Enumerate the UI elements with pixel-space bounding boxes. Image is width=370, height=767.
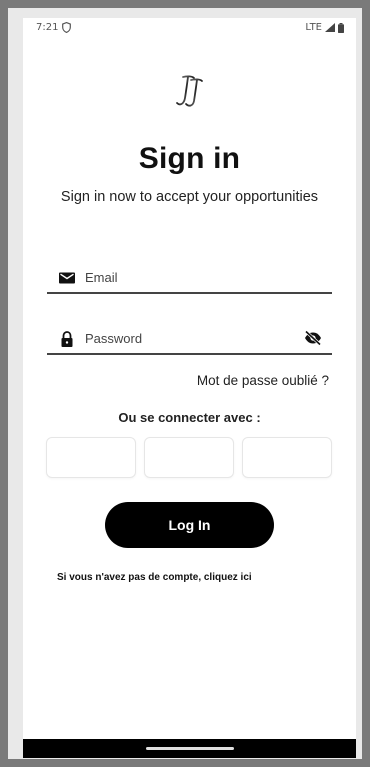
social-login-row: [46, 437, 334, 479]
signal-icon: [325, 23, 335, 32]
status-time: 7:21: [36, 22, 59, 33]
social-login-button-3[interactable]: [242, 437, 332, 478]
social-login-button-2[interactable]: [144, 437, 234, 478]
eye-off-icon[interactable]: [304, 330, 322, 346]
status-indicators: LTE: [305, 22, 344, 33]
phone-screen: 7:21 LTE Sign in Sign in now to accept y…: [23, 18, 356, 758]
lock-icon: [61, 331, 73, 347]
home-gesture-handle[interactable]: [146, 747, 234, 750]
social-login-button-1[interactable]: [46, 437, 136, 478]
mail-icon: [59, 272, 75, 284]
page-subtitle: Sign in now to accept your opportunities: [60, 189, 319, 205]
password-field[interactable]: [47, 323, 332, 355]
navigation-bar: [23, 739, 356, 758]
email-field[interactable]: [47, 262, 332, 294]
social-login-label: Ou se connecter avec :: [118, 410, 261, 425]
password-input[interactable]: [85, 327, 285, 349]
email-input[interactable]: [85, 266, 285, 288]
device-frame: 7:21 LTE Sign in Sign in now to accept y…: [8, 8, 362, 759]
brand-logo: [176, 75, 203, 107]
network-label: LTE: [305, 22, 322, 33]
status-bar: 7:21 LTE: [23, 18, 356, 40]
forgot-password-link[interactable]: Mot de passe oublié ?: [197, 373, 329, 388]
shield-icon: [62, 22, 71, 33]
page-title: Sign in: [138, 142, 241, 175]
login-button[interactable]: Log In: [105, 502, 274, 548]
signup-link[interactable]: Si vous n'avez pas de compte, cliquez ic…: [57, 572, 252, 583]
battery-icon: [338, 22, 344, 33]
